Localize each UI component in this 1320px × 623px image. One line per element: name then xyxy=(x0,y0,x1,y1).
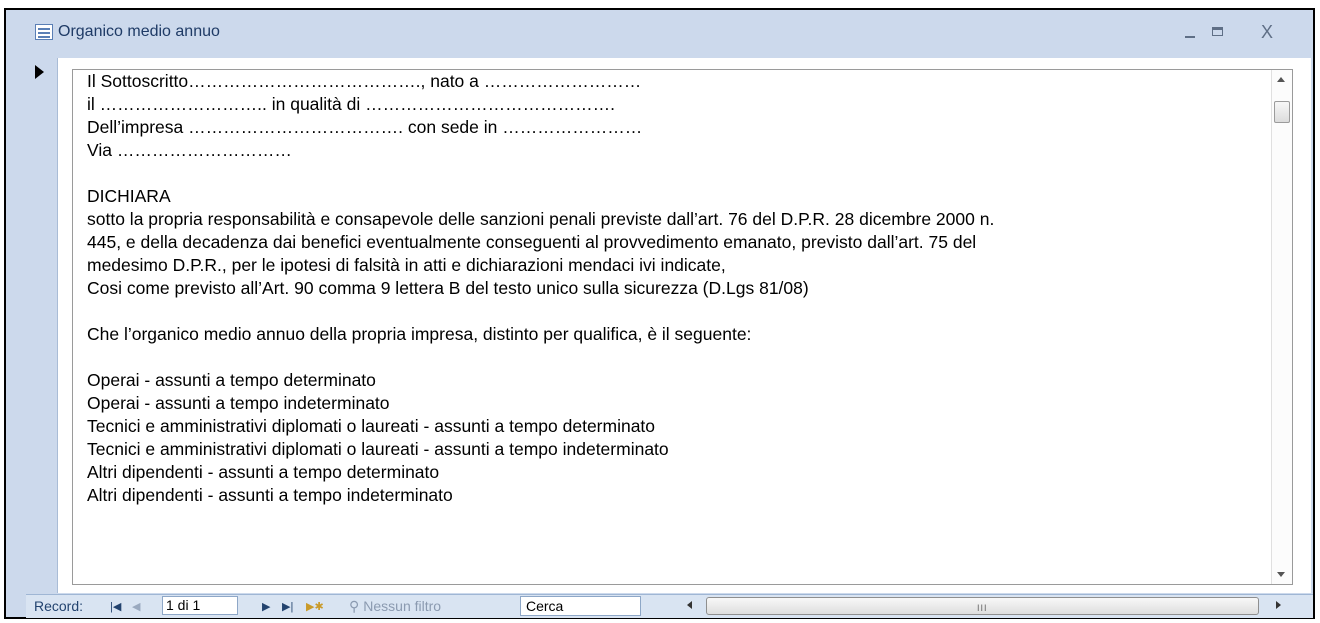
memo-line: 445, e della decadenza dai benefici even… xyxy=(87,232,977,252)
horizontal-scroll-thumb[interactable]: III xyxy=(706,597,1259,615)
memo-line: Tecnici e amministrativi diplomati o lau… xyxy=(87,439,669,459)
memo-line: il ……………………….. in qualità di ……………………………… xyxy=(87,94,615,114)
memo-line: DICHIARA xyxy=(87,186,171,206)
scroll-down-icon[interactable] xyxy=(1277,572,1285,577)
record-selector[interactable] xyxy=(26,58,58,593)
memo-line: Tecnici e amministrativi diplomati o lau… xyxy=(87,416,656,436)
window-title: Organico medio annuo xyxy=(58,23,220,40)
memo-line: medesimo D.P.R., per le ipotesi di falsi… xyxy=(87,255,726,275)
memo-line: Dell’impresa ………………………………. con sede in …… xyxy=(87,117,643,137)
first-record-icon[interactable]: |◀ xyxy=(110,600,121,613)
maximize-button[interactable] xyxy=(1204,20,1232,44)
scroll-right-icon[interactable] xyxy=(1276,601,1281,609)
scroll-thumb[interactable] xyxy=(1274,101,1290,123)
filter-label: Nessun filtro xyxy=(363,598,442,614)
new-record-icon[interactable]: ▶✱ xyxy=(306,600,324,613)
previous-record-icon[interactable]: ◀ xyxy=(132,600,140,613)
vertical-scrollbar[interactable] xyxy=(1271,70,1292,584)
minimize-button[interactable] xyxy=(1176,20,1204,44)
memo-line: Altri dipendenti - assunti a tempo indet… xyxy=(87,485,453,505)
form-window: Organico medio annuo X Il Sottoscritto……… xyxy=(4,8,1315,619)
record-navigation-bar: Record: |◀ ◀ 1 di 1 ▶ ▶| ▶✱ ⚲ Nessun filt… xyxy=(26,594,1313,618)
title-bar: Organico medio annuo X xyxy=(6,10,1313,56)
memo-line: Cosi come previsto all’Art. 90 comma 9 l… xyxy=(87,278,809,298)
form-detail: Il Sottoscritto…………………………………., nato a ……… xyxy=(58,58,1311,593)
filter-indicator[interactable]: ⚲ Nessun filtro xyxy=(349,598,441,615)
last-record-icon[interactable]: ▶| xyxy=(282,600,293,613)
scroll-grip: III xyxy=(977,603,988,613)
maximize-icon xyxy=(1212,27,1223,36)
memo-line: Operai - assunti a tempo determinato xyxy=(87,370,376,390)
form-icon xyxy=(35,24,53,40)
next-record-icon[interactable]: ▶ xyxy=(262,600,270,613)
minimize-icon xyxy=(1185,36,1195,38)
search-input[interactable]: Cerca xyxy=(520,596,641,616)
record-label: Record: xyxy=(34,598,84,614)
memo-line: sotto la propria responsabilità e consap… xyxy=(87,209,995,229)
memo-text[interactable]: Il Sottoscritto…………………………………., nato a ……… xyxy=(87,70,1267,507)
scroll-up-icon[interactable] xyxy=(1277,77,1285,82)
memo-line: Via ………………………… xyxy=(87,140,292,160)
close-button[interactable]: X xyxy=(1253,20,1281,44)
current-record-icon xyxy=(35,65,44,79)
scroll-left-icon[interactable] xyxy=(687,601,692,609)
memo-line: Il Sottoscritto…………………………………., nato a ……… xyxy=(87,71,642,91)
record-number-input[interactable]: 1 di 1 xyxy=(162,596,238,615)
horizontal-scrollbar[interactable]: III xyxy=(684,596,1287,616)
memo-line: Che l’organico medio annuo della propria… xyxy=(87,324,752,344)
memo-line: Altri dipendenti - assunti a tempo deter… xyxy=(87,462,440,482)
filter-icon: ⚲ xyxy=(349,598,360,614)
memo-textbox[interactable]: Il Sottoscritto…………………………………., nato a ……… xyxy=(72,69,1293,585)
memo-line: Operai - assunti a tempo indeterminato xyxy=(87,393,390,413)
